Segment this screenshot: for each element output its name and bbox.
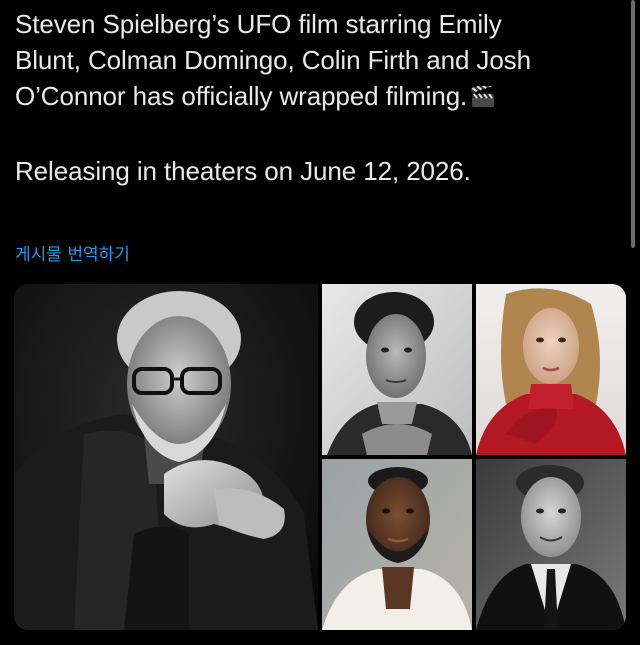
post-text: Steven Spielberg’s UFO film starring Emi…: [15, 6, 615, 189]
post-body: Steven Spielberg’s UFO film starring Emi…: [15, 6, 615, 117]
post-body-text: Steven Spielberg’s UFO film starring Emi…: [15, 9, 531, 111]
scrollbar[interactable]: [631, 0, 635, 248]
photo-emily-blunt[interactable]: [476, 284, 626, 455]
photo-spielberg[interactable]: [14, 284, 318, 630]
translate-post-link[interactable]: 게시물 번역하기: [15, 240, 130, 265]
media-grid[interactable]: [14, 284, 626, 630]
photo-colin-firth[interactable]: [476, 459, 626, 630]
clapper-board-icon: [470, 81, 495, 117]
photo-josh-oconnor[interactable]: [322, 284, 472, 455]
release-date-text: Releasing in theaters on June 12, 2026.: [15, 156, 471, 186]
photo-colman-domingo[interactable]: [322, 459, 472, 630]
